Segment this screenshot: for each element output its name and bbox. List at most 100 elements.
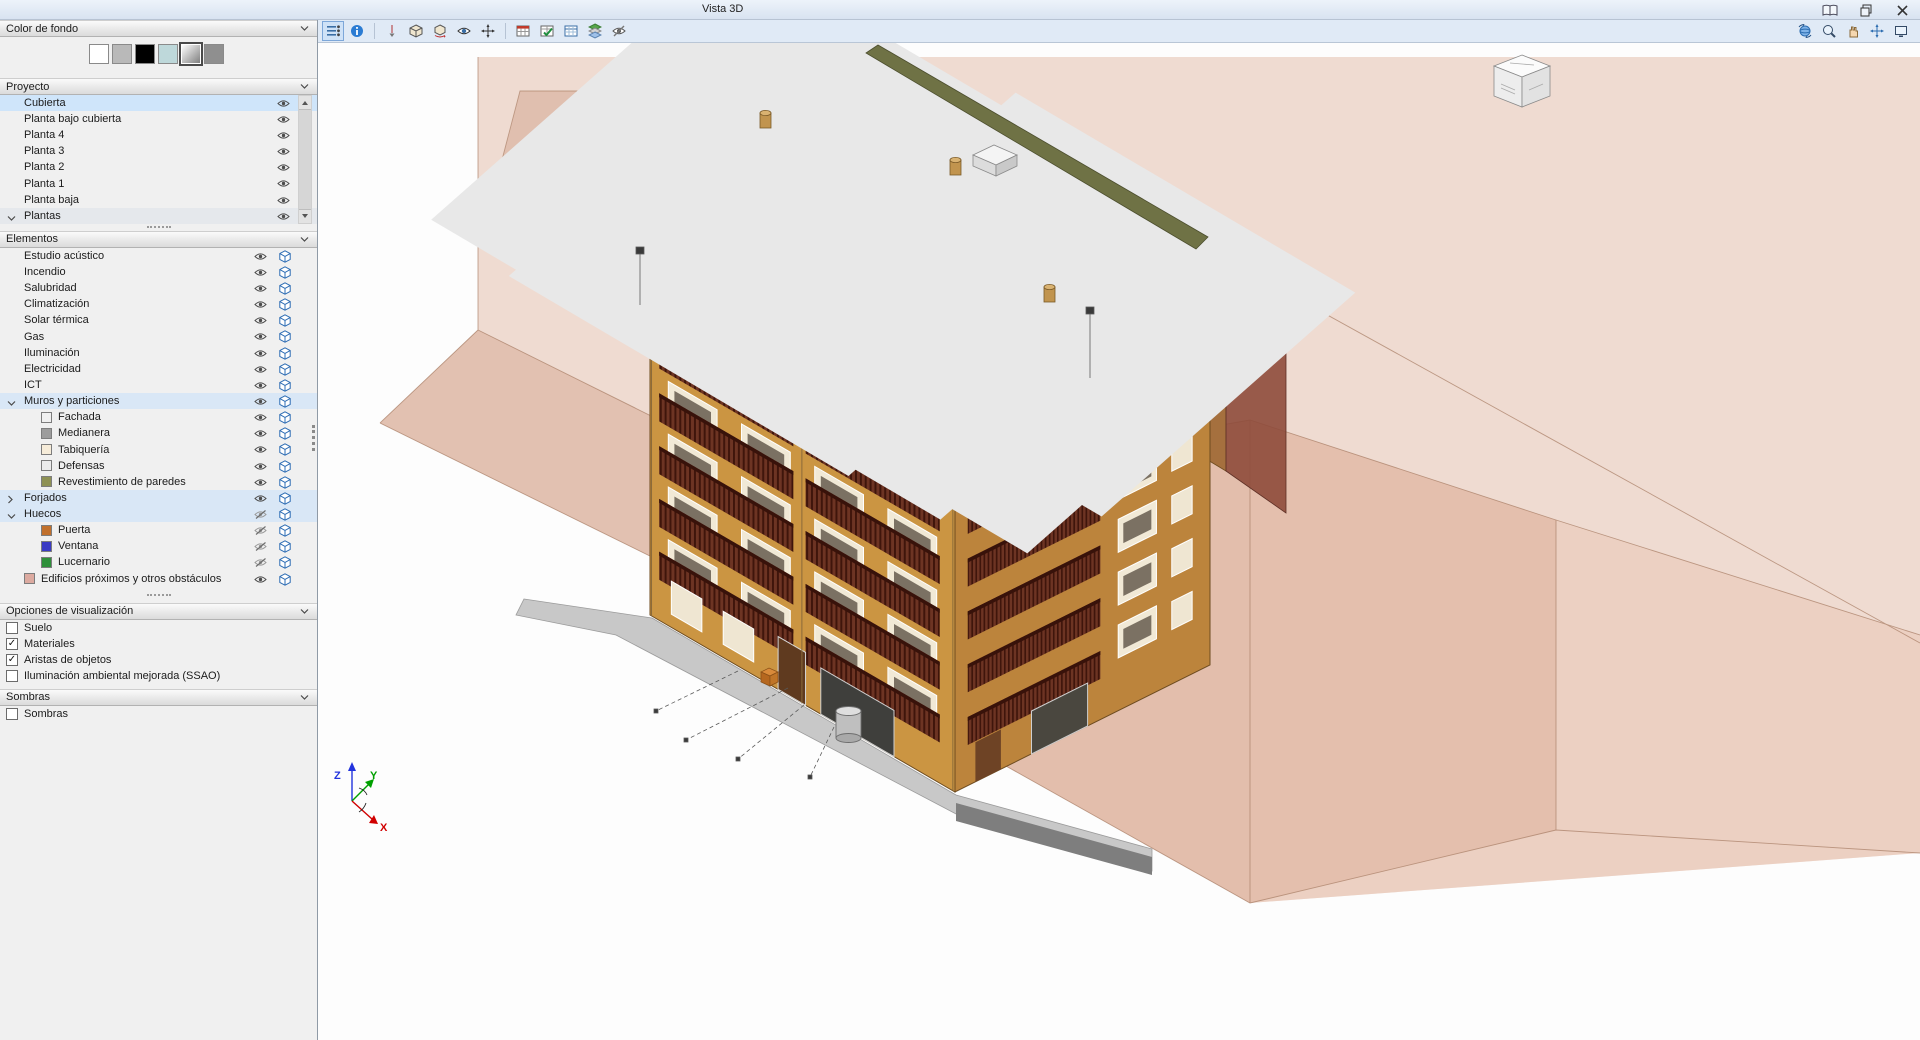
option-aristas[interactable]: ✓Aristas de objetos xyxy=(0,652,317,668)
bg-swatch-black[interactable] xyxy=(135,44,155,64)
plumb-reference-button[interactable] xyxy=(381,21,403,41)
spreadsheet-button[interactable] xyxy=(560,21,582,41)
chevron-down-icon[interactable] xyxy=(7,213,16,225)
pan-hand-button[interactable] xyxy=(1842,21,1864,41)
tree-group-forjados[interactable]: Forjados xyxy=(0,490,317,506)
section-header-color-de-fondo[interactable]: Color de fondo xyxy=(0,20,317,37)
eye-icon[interactable] xyxy=(254,268,267,281)
tree-item-medianera[interactable]: Medianera xyxy=(0,425,317,441)
eye-icon[interactable] xyxy=(277,163,290,176)
view-eye-button[interactable] xyxy=(453,21,475,41)
tree-item-iluminacion[interactable]: Iluminación xyxy=(0,345,317,361)
eye-icon[interactable] xyxy=(277,212,290,225)
eye-icon[interactable] xyxy=(254,413,267,426)
section-header-sombras[interactable]: Sombras xyxy=(0,689,317,706)
eye-icon[interactable] xyxy=(277,179,290,192)
bg-swatch-light-gray[interactable] xyxy=(112,44,132,64)
close-icon[interactable] xyxy=(1892,2,1912,18)
tree-item-lucernario[interactable]: Lucernario xyxy=(0,554,317,570)
tree-item-planta-4[interactable]: Planta 4 xyxy=(0,127,317,143)
tree-item-planta-baja[interactable]: Planta baja xyxy=(0,192,317,208)
tree-item-defensas[interactable]: Defensas xyxy=(0,458,317,474)
tree-item-solar-termica[interactable]: Solar térmica xyxy=(0,312,317,328)
tree-item-planta-3[interactable]: Planta 3 xyxy=(0,143,317,159)
option-materiales[interactable]: ✓Materiales xyxy=(0,636,317,652)
rotate-solid-button[interactable] xyxy=(429,21,451,41)
eye-hidden-icon[interactable] xyxy=(254,558,267,571)
eye-icon[interactable] xyxy=(254,381,267,394)
restore-window-icon[interactable] xyxy=(1856,2,1876,18)
eye-icon[interactable] xyxy=(254,349,267,362)
eye-icon[interactable] xyxy=(254,252,267,265)
cylinder-tank[interactable] xyxy=(836,707,861,743)
scrollbar[interactable] xyxy=(298,95,312,224)
tree-group-plantas[interactable]: Plantas xyxy=(0,208,317,224)
tree-group-huecos[interactable]: Huecos xyxy=(0,506,317,522)
visibility-panel-button[interactable] xyxy=(322,21,344,41)
tree-item-planta-2[interactable]: Planta 2 xyxy=(0,159,317,175)
tree-item-climatizacion[interactable]: Climatización xyxy=(0,296,317,312)
bg-swatch-gradient-selected[interactable] xyxy=(181,44,201,64)
tree-item-puerta[interactable]: Puerta xyxy=(0,522,317,538)
eye-icon[interactable] xyxy=(277,147,290,160)
tree-item-planta-1[interactable]: Planta 1 xyxy=(0,175,317,191)
eye-icon[interactable] xyxy=(254,445,267,458)
bg-swatch-dark-gray[interactable] xyxy=(204,44,224,64)
eye-icon[interactable] xyxy=(254,462,267,475)
eye-hidden-icon[interactable] xyxy=(254,510,267,523)
tree-item-incendio[interactable]: Incendio xyxy=(0,264,317,280)
checkbox[interactable] xyxy=(6,708,18,720)
bg-swatch-white[interactable] xyxy=(89,44,109,64)
checkbox[interactable] xyxy=(6,670,18,682)
tree-item-tabiqueria[interactable]: Tabiquería xyxy=(0,441,317,457)
roof-windows[interactable] xyxy=(706,138,1073,381)
eye-icon[interactable] xyxy=(277,99,290,112)
window-titlebar[interactable]: Vista 3D xyxy=(0,0,1920,20)
view-cube[interactable] xyxy=(1494,55,1550,107)
eye-icon[interactable] xyxy=(254,365,267,378)
tree-item-gas[interactable]: Gas xyxy=(0,328,317,344)
option-ssao[interactable]: Iluminación ambiental mejorada (SSAO) xyxy=(0,668,317,684)
section-header-opciones[interactable]: Opciones de visualización xyxy=(0,603,317,620)
model-cube-icon[interactable] xyxy=(279,573,291,589)
bg-swatch-pale-blue[interactable] xyxy=(158,44,178,64)
tree-item-ventana[interactable]: Ventana xyxy=(0,538,317,554)
tree-item-electricidad[interactable]: Electricidad xyxy=(0,361,317,377)
checkbox[interactable]: ✓ xyxy=(6,638,18,650)
eye-icon[interactable] xyxy=(277,131,290,144)
panel-splitter[interactable] xyxy=(0,224,317,231)
tree-item-estudio-acustico[interactable]: Estudio acústico xyxy=(0,248,317,264)
layers-button[interactable] xyxy=(584,21,606,41)
tree-item-ict[interactable]: ICT xyxy=(0,377,317,393)
eye-icon[interactable] xyxy=(254,300,267,313)
eye-icon[interactable] xyxy=(254,316,267,329)
eye-icon[interactable] xyxy=(254,478,267,491)
checkbox[interactable]: ✓ xyxy=(6,654,18,666)
option-suelo[interactable]: Suelo xyxy=(0,620,317,636)
scroll-thumb[interactable] xyxy=(299,109,311,210)
eye-icon[interactable] xyxy=(277,196,290,209)
eye-icon[interactable] xyxy=(254,429,267,442)
checkbox[interactable] xyxy=(6,622,18,634)
eye-icon[interactable] xyxy=(277,115,290,128)
eye-icon[interactable] xyxy=(254,397,267,410)
eye-hidden-icon[interactable] xyxy=(254,542,267,555)
panel-resize-grip[interactable] xyxy=(312,425,316,451)
tree-item-edificios-proximos[interactable]: Edificios próximos y otros obstáculos xyxy=(0,571,317,587)
section-header-proyecto[interactable]: Proyecto xyxy=(0,78,317,95)
3d-scene[interactable]: Z Y X xyxy=(318,43,1920,1040)
tree-item-planta-bajo-cubierta[interactable]: Planta bajo cubierta xyxy=(0,111,317,127)
hide-elements-button[interactable] xyxy=(608,21,630,41)
eye-hidden-icon[interactable] xyxy=(254,526,267,539)
tree-item-revestimiento-de-paredes[interactable]: Revestimiento de paredes xyxy=(0,474,317,490)
eye-icon[interactable] xyxy=(254,494,267,507)
option-sombras[interactable]: Sombras xyxy=(0,706,317,722)
tree-group-muros-y-particiones[interactable]: Muros y particiones xyxy=(0,393,317,409)
viewport-3d[interactable]: Z Y X xyxy=(318,43,1920,1040)
orbit-view-button[interactable] xyxy=(1794,21,1816,41)
scroll-up-button[interactable] xyxy=(299,96,311,109)
help-book-icon[interactable] xyxy=(1820,2,1840,18)
report-table-button[interactable] xyxy=(512,21,534,41)
pan-arrows-button[interactable] xyxy=(1866,21,1888,41)
eye-icon[interactable] xyxy=(254,575,267,588)
